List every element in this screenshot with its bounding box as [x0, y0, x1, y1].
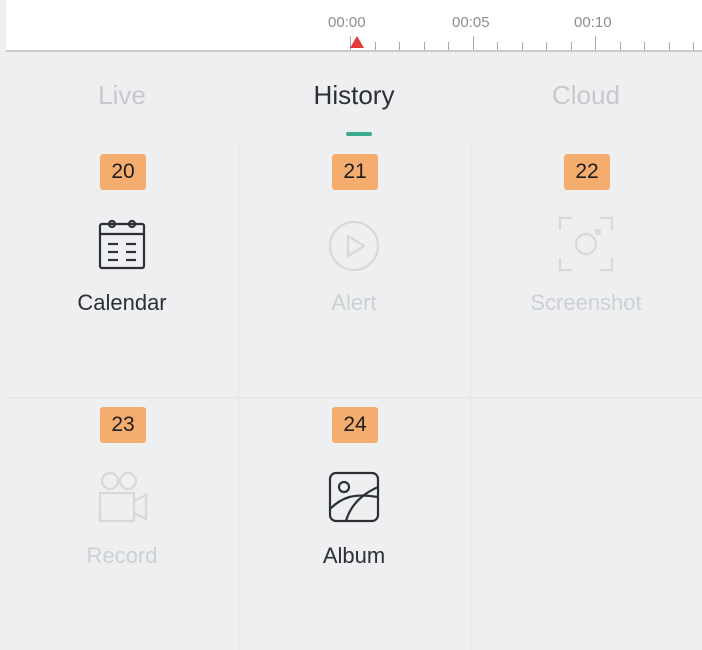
active-tab-indicator: [346, 132, 372, 136]
timeline-tick: [669, 42, 670, 50]
timeline-label-1: 00:05: [452, 14, 490, 31]
feature-grid: 20 Calendar 21 Alert 22 Screenshot 23 Re…: [6, 144, 702, 650]
timeline-tick: [448, 42, 449, 50]
record-label: Record: [86, 543, 158, 568]
album-button[interactable]: 24 Album: [238, 397, 470, 650]
timeline-tick: [693, 42, 694, 50]
alert-button[interactable]: 21 Alert: [238, 144, 470, 397]
tab-cloud[interactable]: Cloud: [470, 80, 702, 111]
timeline-scrubber[interactable]: 00:00 00:05 00:10: [6, 0, 702, 52]
video-record-icon: [92, 467, 152, 527]
timeline-tick: [399, 42, 400, 50]
timeline-tick: [644, 42, 645, 50]
tab-bar: Live History Cloud: [6, 52, 702, 144]
screenshot-button[interactable]: 22 Screenshot: [470, 144, 702, 397]
timeline-tick: [424, 42, 425, 50]
calendar-button[interactable]: 20 Calendar: [6, 144, 238, 397]
badge: 21: [332, 154, 378, 190]
timeline-tick: [595, 36, 596, 50]
album-label: Album: [322, 543, 386, 568]
tab-history[interactable]: History: [238, 80, 470, 111]
timeline-label-0: 00:00: [328, 14, 366, 31]
timeline-tick: [375, 42, 376, 50]
calendar-icon: [92, 214, 152, 274]
badge: 20: [100, 154, 146, 190]
badge: 22: [564, 154, 610, 190]
record-button[interactable]: 23 Record: [6, 397, 238, 650]
timeline-tick: [546, 42, 547, 50]
tab-live[interactable]: Live: [6, 80, 238, 111]
timeline-label-2: 00:10: [574, 14, 612, 31]
timeline-tick: [497, 42, 498, 50]
timeline-tick: [473, 36, 474, 50]
badge: 23: [100, 407, 146, 443]
camera-icon: [556, 214, 616, 274]
calendar-label: Calendar: [77, 290, 167, 315]
screenshot-label: Screenshot: [530, 290, 642, 315]
timeline-tick: [620, 42, 621, 50]
timeline-tick: [522, 42, 523, 50]
alert-label: Alert: [331, 290, 377, 315]
album-icon: [324, 467, 384, 527]
playhead-marker[interactable]: [350, 36, 364, 48]
badge: 24: [332, 407, 378, 443]
timeline-tick: [571, 42, 572, 50]
play-icon: [324, 214, 384, 274]
